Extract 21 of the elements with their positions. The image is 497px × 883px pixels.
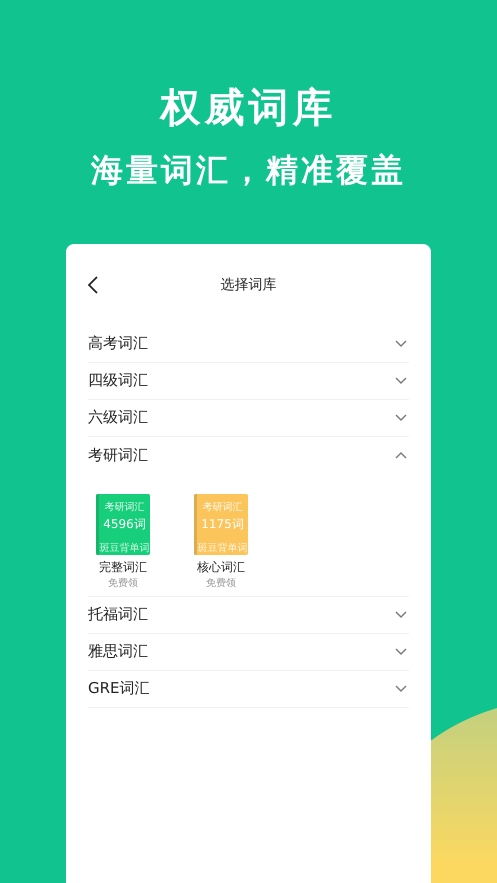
cover-count: 4596词 [103,517,146,531]
category-row[interactable]: 托福词汇 [88,596,409,634]
cover-brand: 斑豆背单词 [198,543,248,554]
cover-label: 考研词汇 [202,502,242,513]
category-row[interactable]: GRE词汇 [88,670,409,708]
category-row[interactable]: 四级词汇 [88,362,409,400]
subheadline: 海量词汇，精准覆盖 [91,150,406,190]
book-note: 免费领 [108,576,138,590]
book-name: 完整词汇 [99,559,147,576]
panel-title: 选择词库 [220,276,276,294]
back-icon[interactable] [88,276,98,294]
headline: 权威词库 [160,84,336,132]
cover-brand: 斑豆背单词 [100,543,150,554]
cover-label: 考研词汇 [104,502,144,513]
category-row[interactable]: 高考词汇 [88,325,409,363]
cover-count: 1175词 [201,517,244,531]
category-row[interactable]: 考研词汇 [88,436,409,474]
category-row[interactable]: 六级词汇 [88,399,409,437]
category-row[interactable]: 雅思词汇 [88,633,409,671]
book-name: 核心词汇 [197,559,245,576]
book-note: 免费领 [206,576,236,590]
